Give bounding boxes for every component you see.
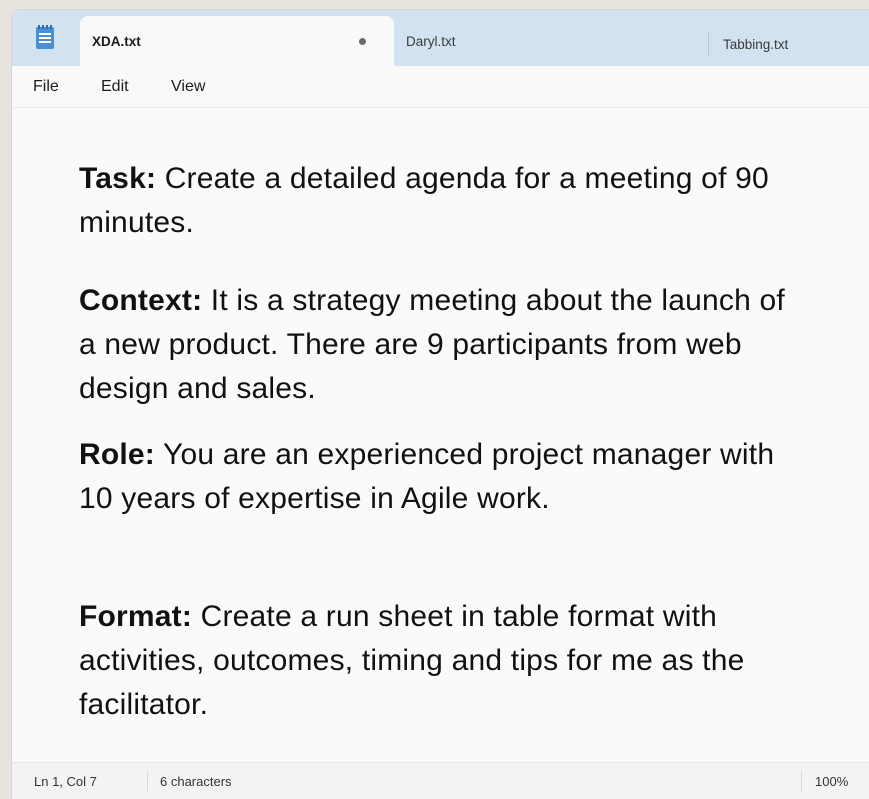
role-text: You are an experienced project manager w… <box>79 438 775 515</box>
tab-label: Daryl.txt <box>406 33 456 49</box>
tab-daryl[interactable]: Daryl.txt <box>406 16 456 66</box>
menu-view[interactable]: View <box>171 78 205 96</box>
status-divider <box>147 771 148 791</box>
context-paragraph: Context: It is a strategy meeting about … <box>79 279 799 411</box>
notepad-window: XDA.txt Daryl.txt Tabbing.txt File Edit … <box>12 10 869 799</box>
unsaved-dot-icon[interactable] <box>359 38 366 45</box>
character-count: 6 characters <box>160 774 232 789</box>
menu-bar: File Edit View <box>12 66 869 108</box>
tab-bar: XDA.txt Daryl.txt Tabbing.txt <box>12 10 869 66</box>
tab-xda[interactable]: XDA.txt <box>80 16 394 66</box>
menu-file[interactable]: File <box>33 78 59 96</box>
text-editor[interactable]: Task: Create a detailed agenda for a mee… <box>12 109 869 761</box>
menu-edit[interactable]: Edit <box>101 78 129 96</box>
tab-tabbing[interactable]: Tabbing.txt <box>708 33 788 55</box>
context-label: Context: <box>79 284 203 317</box>
tab-label: Tabbing.txt <box>723 36 789 52</box>
format-paragraph: Format: Create a run sheet in table form… <box>79 595 799 727</box>
cursor-position[interactable]: Ln 1, Col 7 <box>34 774 97 789</box>
tab-label: XDA.txt <box>92 33 141 49</box>
role-paragraph: Role: You are an experienced project man… <box>79 433 799 521</box>
role-label: Role: <box>79 438 155 471</box>
task-label: Task: <box>79 162 157 195</box>
zoom-level[interactable]: 100% <box>815 774 848 789</box>
status-divider <box>801 771 802 791</box>
notepad-icon <box>36 25 54 49</box>
task-paragraph: Task: Create a detailed agenda for a mee… <box>79 157 799 245</box>
task-text: Create a detailed agenda for a meeting o… <box>79 162 769 239</box>
format-label: Format: <box>79 600 193 633</box>
status-bar: Ln 1, Col 7 6 characters 100% <box>12 762 869 799</box>
